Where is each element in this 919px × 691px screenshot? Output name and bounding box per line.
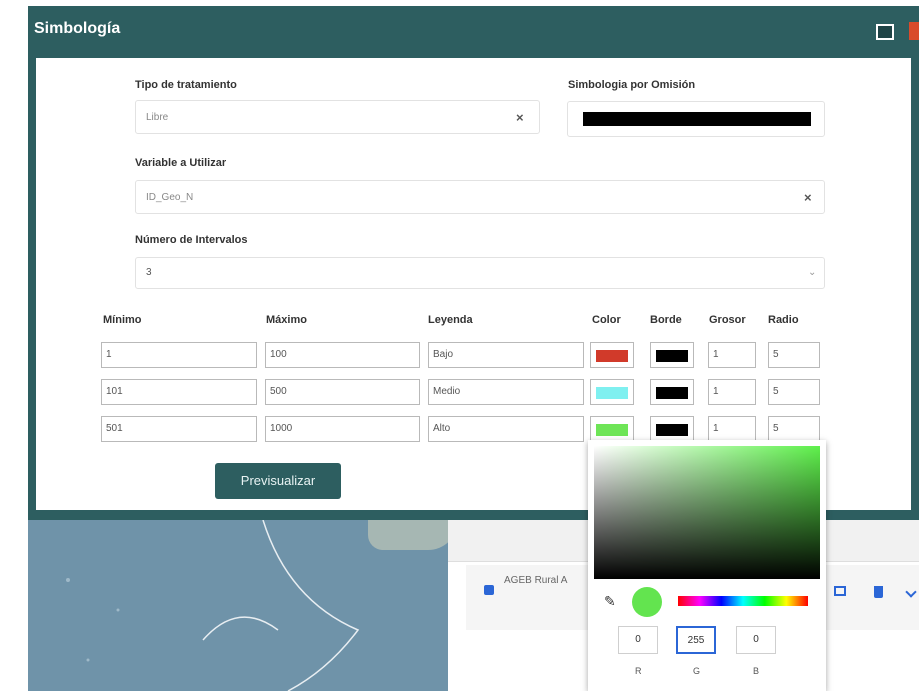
row1-min-input[interactable]: 1 bbox=[101, 342, 257, 368]
tipo-select[interactable]: Libre × bbox=[135, 100, 540, 134]
intervalos-select[interactable]: 3 ⌄ bbox=[135, 257, 825, 289]
r-input[interactable]: 0 bbox=[618, 626, 658, 654]
row3-max-input[interactable]: 1000 bbox=[265, 416, 420, 442]
g-input[interactable]: 255 bbox=[676, 626, 716, 654]
row2-borde-swatch[interactable] bbox=[650, 379, 694, 405]
close-icon[interactable] bbox=[909, 22, 919, 40]
row1-leyenda-input[interactable]: Bajo bbox=[428, 342, 584, 368]
restore-icon[interactable] bbox=[876, 24, 894, 40]
row3-leyenda-input[interactable]: Alto bbox=[428, 416, 584, 442]
table-icon[interactable] bbox=[834, 586, 846, 596]
row2-grosor-input[interactable]: 1 bbox=[708, 379, 756, 405]
variable-label: Variable a Utilizar bbox=[135, 157, 227, 169]
row3-color-swatch[interactable] bbox=[590, 416, 634, 442]
col-minimo: Mínimo bbox=[103, 314, 142, 326]
row2-color-swatch[interactable] bbox=[590, 379, 634, 405]
row3-radio-input[interactable]: 5 bbox=[768, 416, 820, 442]
col-color: Color bbox=[592, 314, 621, 326]
row1-borde-swatch[interactable] bbox=[650, 342, 694, 368]
row3-borde-swatch[interactable] bbox=[650, 416, 694, 442]
row3-grosor-input[interactable]: 1 bbox=[708, 416, 756, 442]
eyedropper-icon[interactable]: ✎ bbox=[604, 593, 616, 610]
row1-borde-fill bbox=[656, 350, 688, 362]
row3-borde-fill bbox=[656, 424, 688, 436]
map-boundary bbox=[66, 520, 360, 691]
row2-min-input[interactable]: 101 bbox=[101, 379, 257, 405]
row1-grosor-input[interactable]: 1 bbox=[708, 342, 756, 368]
row2-radio-input[interactable]: 5 bbox=[768, 379, 820, 405]
row3-min-input[interactable]: 501 bbox=[101, 416, 257, 442]
row1-color-swatch[interactable] bbox=[590, 342, 634, 368]
tipo-label: Tipo de tratamiento bbox=[135, 79, 237, 91]
row1-color-fill bbox=[596, 350, 628, 362]
b-label: B bbox=[753, 666, 760, 676]
layer-label: AGEB Rural A bbox=[504, 575, 568, 586]
color-preview bbox=[632, 587, 662, 617]
variable-value: ID_Geo_N bbox=[146, 192, 194, 203]
intervalos-value: 3 bbox=[146, 267, 152, 278]
dialog-frame-left bbox=[28, 58, 36, 518]
map-view[interactable] bbox=[28, 520, 448, 691]
previsualizar-button[interactable]: Previsualizar bbox=[215, 463, 341, 499]
row1-max-input[interactable]: 100 bbox=[265, 342, 420, 368]
intervalos-label: Número de Intervalos bbox=[135, 234, 248, 246]
tipo-clear-icon[interactable]: × bbox=[516, 101, 524, 135]
omision-label: Simbologia por Omisión bbox=[568, 79, 696, 91]
trash-icon[interactable] bbox=[874, 586, 883, 598]
variable-select[interactable]: ID_Geo_N × bbox=[135, 180, 825, 214]
saturation-area[interactable] bbox=[594, 446, 820, 579]
dialog-titlebar: Simbología bbox=[28, 6, 919, 58]
row2-color-fill bbox=[596, 387, 628, 399]
dialog-title: Simbología bbox=[34, 20, 121, 37]
layer-checkbox[interactable] bbox=[484, 585, 494, 595]
b-input[interactable]: 0 bbox=[736, 626, 776, 654]
omision-color bbox=[583, 112, 811, 126]
row1-radio-input[interactable]: 5 bbox=[768, 342, 820, 368]
col-borde: Borde bbox=[650, 314, 682, 326]
dialog-frame-right bbox=[911, 58, 919, 518]
col-maximo: Máximo bbox=[266, 314, 307, 326]
col-leyenda: Leyenda bbox=[428, 314, 473, 326]
tipo-value: Libre bbox=[146, 112, 169, 123]
r-label: R bbox=[635, 666, 642, 676]
color-picker: ✎ 0 255 0 R G B bbox=[588, 440, 826, 691]
variable-clear-icon[interactable]: × bbox=[804, 181, 812, 215]
row2-leyenda-input[interactable]: Medio bbox=[428, 379, 584, 405]
omision-swatch[interactable] bbox=[567, 101, 825, 137]
col-grosor: Grosor bbox=[709, 314, 746, 326]
col-radio: Radio bbox=[768, 314, 799, 326]
hue-slider[interactable] bbox=[678, 596, 808, 606]
chevron-down-icon: ⌄ bbox=[808, 267, 817, 278]
row3-color-fill bbox=[596, 424, 628, 436]
g-label: G bbox=[693, 666, 701, 676]
row2-max-input[interactable]: 500 bbox=[265, 379, 420, 405]
row2-borde-fill bbox=[656, 387, 688, 399]
